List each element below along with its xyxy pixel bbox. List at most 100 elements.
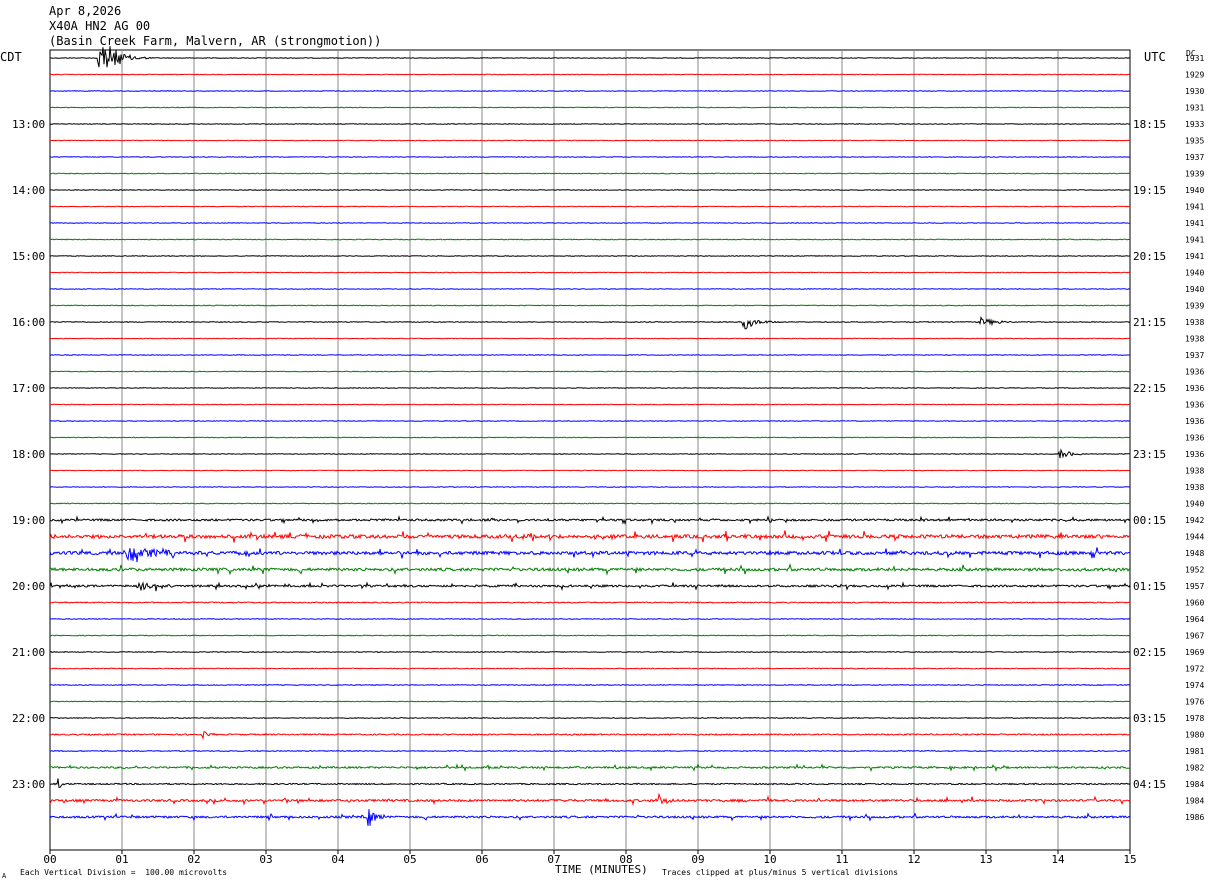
x-tick-label-2: 02 [187,853,200,866]
x-tick-label-3: 03 [259,853,272,866]
trace-15 [49,304,1131,307]
right-hour-label-4: 22:15 [1133,382,1166,395]
trace-40 [49,716,1130,720]
clip-note: Traces clipped at plus/minus 5 vertical … [662,868,899,877]
trace-37 [49,667,1131,670]
x-tick-label-5: 05 [403,853,416,866]
trace-31 [49,562,1131,576]
dc-offset-21: 1936 [1185,401,1204,410]
left-hour-label-8: 21:00 [12,646,45,659]
dc-offset-46: 1986 [1185,813,1204,822]
dc-offset-9: 1941 [1185,203,1204,212]
right-hour-label-5: 23:15 [1133,448,1166,461]
x-tick-label-6: 06 [475,853,488,866]
x-axis-label: TIME (MINUTES) [555,863,648,876]
trace-28 [49,514,1131,526]
dc-offset-39: 1976 [1185,698,1204,707]
right-hour-label-3: 21:15 [1133,316,1166,329]
trace-5 [50,139,1130,142]
trace-27 [49,502,1131,505]
trace-30 [49,547,1131,563]
trace-7 [49,172,1131,175]
trace-46 [49,809,1131,826]
dc-offset-17: 1938 [1185,335,1204,344]
trace-36 [49,650,1131,654]
dc-offset-13: 1940 [1185,269,1204,278]
dc-offset-11: 1941 [1185,236,1204,245]
right-hour-label-0: 18:15 [1133,118,1166,131]
dc-offset-10: 1941 [1185,219,1204,228]
trace-25 [50,469,1131,472]
trace-4 [49,123,1131,125]
trace-3 [49,106,1131,109]
dc-offset-18: 1937 [1185,351,1204,360]
x-tick-label-14: 14 [1051,853,1065,866]
trace-32 [49,581,1131,592]
x-tick-label-9: 09 [691,853,704,866]
trace-0 [49,46,1131,68]
dc-offset-32: 1957 [1185,582,1204,591]
left-hour-label-4: 17:00 [12,382,45,395]
trace-13 [50,271,1130,274]
dc-offset-43: 1982 [1185,764,1204,773]
dc-offset-25: 1938 [1185,467,1204,476]
dc-offset-2: 1930 [1185,87,1204,96]
x-tick-label-13: 13 [979,853,992,866]
dc-offset-38: 1974 [1185,681,1204,690]
scale-note: Each Vertical Division = 100.00 microvol… [20,868,228,877]
dc-offset-8: 1940 [1185,186,1204,195]
trace-9 [49,205,1131,208]
right-hour-label-1: 19:15 [1133,184,1166,197]
trace-39 [49,700,1131,703]
right-hour-label-8: 02:15 [1133,646,1166,659]
trace-19 [49,370,1131,373]
left-hour-label-6: 19:00 [12,514,45,527]
trace-8 [49,189,1131,191]
dc-offset-15: 1939 [1185,302,1204,311]
dc-offset-28: 1942 [1185,516,1204,525]
left-hour-label-2: 15:00 [12,250,45,263]
x-tick-label-11: 11 [835,853,848,866]
trace-24 [50,448,1130,459]
trace-29 [49,530,1131,543]
x-tick-label-10: 10 [763,853,776,866]
dc-offset-6: 1937 [1185,153,1204,162]
trace-1 [49,73,1131,76]
dc-offset-1: 1929 [1185,71,1204,80]
trace-11 [49,238,1131,241]
trace-23 [49,436,1131,439]
trace-41 [50,731,1131,741]
trace-21 [49,403,1131,406]
trace-34 [49,617,1131,621]
x-tick-label-15: 15 [1123,853,1136,866]
dc-offset-29: 1944 [1185,533,1204,542]
trace-43 [50,763,1131,773]
dc-offset-40: 1978 [1185,714,1204,723]
dc-offset-26: 1938 [1185,483,1204,492]
trace-6 [49,156,1131,158]
trace-14 [49,288,1131,290]
dc-offset-41: 1980 [1185,731,1204,740]
dc-offset-24: 1936 [1185,450,1204,459]
trace-44 [50,778,1131,788]
right-hour-label-9: 03:15 [1133,712,1166,725]
x-tick-label-12: 12 [907,853,920,866]
trace-35 [49,634,1131,637]
dc-offset-36: 1969 [1185,648,1204,657]
corner-mark: A [2,872,7,880]
trace-18 [49,354,1131,356]
left-hour-label-7: 20:00 [12,580,45,593]
dc-offset-7: 1939 [1185,170,1204,179]
left-hour-label-1: 14:00 [12,184,45,197]
right-hour-label-2: 20:15 [1133,250,1166,263]
dc-offset-22: 1936 [1185,417,1204,426]
trace-12 [49,255,1131,257]
dc-offset-30: 1948 [1185,549,1204,558]
plot-frame [49,49,1131,851]
trace-45 [49,792,1131,807]
dc-offset-14: 1940 [1185,285,1204,294]
dc-offset-33: 1960 [1185,599,1204,608]
dc-offset-42: 1981 [1185,747,1204,756]
left-hour-label-5: 18:00 [12,448,45,461]
dc-offset-35: 1967 [1185,632,1204,641]
